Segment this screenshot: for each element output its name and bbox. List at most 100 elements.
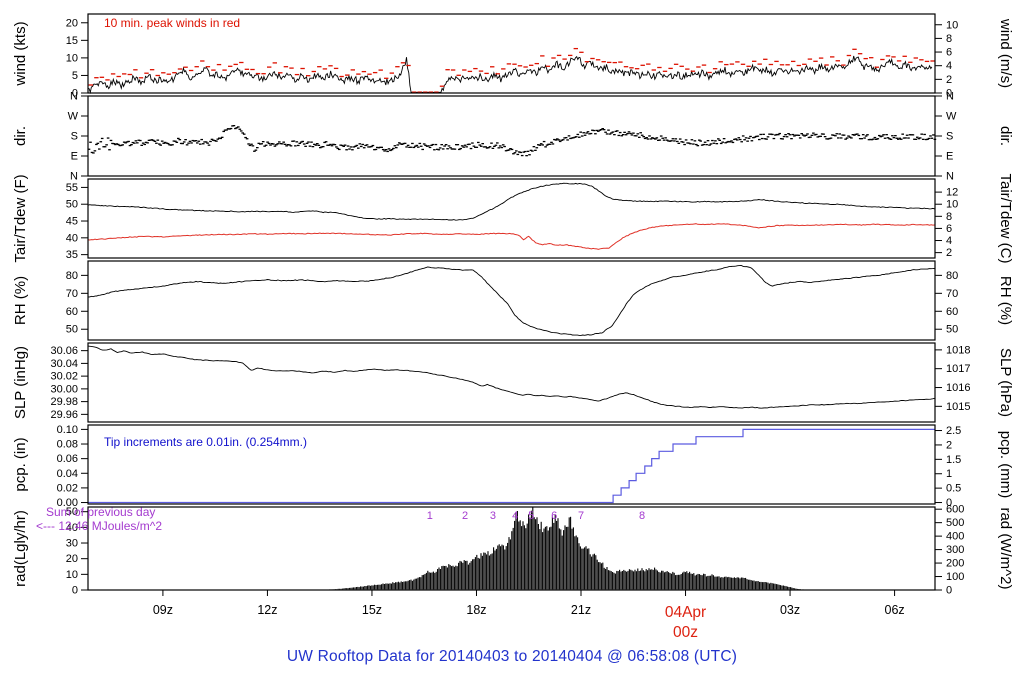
tick-label-left: 0.10 (57, 424, 78, 436)
tick-label-left: 0.08 (57, 439, 78, 451)
x-tick-label: 21z (571, 603, 591, 617)
tick-label-left: 30.06 (50, 345, 78, 357)
tick-label-left: 35 (66, 249, 78, 261)
tick-label-right: 10 (946, 19, 958, 31)
tick-label-left: W (68, 111, 79, 123)
tick-label-right: 70 (946, 288, 958, 300)
tick-label-right: 100 (946, 571, 964, 583)
tick-label-right: 8 (946, 33, 952, 45)
tick-label-left: N (70, 91, 78, 103)
panel-slp: 29.9629.9830.0030.0230.0430.06 1015 1016 10… (12, 342, 1014, 423)
axis-label-left-wind: wind (kts) (12, 21, 29, 86)
axis-label-left-rad: rad(Lgly/hr) (12, 510, 29, 587)
tick-label-left: 29.96 (50, 409, 78, 421)
axis-label-right-rh: RH (%) (997, 276, 1014, 325)
tick-label-left: 20 (66, 553, 78, 565)
x-tick-label-date: 04Apr (665, 604, 706, 621)
tick-label-left: 45 (66, 216, 78, 228)
axis-label-left-dir: dir. (12, 126, 29, 146)
tick-label-left: N (70, 171, 78, 183)
tick-label-right: 2.5 (946, 425, 961, 437)
rad-sum-marker: 6 (551, 510, 557, 522)
panel-frame-temp (87, 178, 936, 259)
rad-sum-marker: 3 (490, 510, 496, 522)
tick-label-left: 15 (66, 35, 78, 47)
tick-label-right: 0.5 (946, 483, 961, 495)
axis-label-left-slp: SLP (inHg) (12, 346, 29, 419)
tick-label-right: 6 (946, 47, 952, 59)
panel-rad: 010203040500100200300400500600rad(Lgly/h… (12, 504, 1014, 597)
tick-label-right: 60 (946, 306, 958, 318)
panel-annotation: Tip increments are 0.01in. (0.254mm.) (104, 435, 307, 449)
panel-frame-dir (87, 95, 936, 177)
tick-label-left: 20 (66, 17, 78, 29)
tick-label-left: 30 (66, 538, 78, 550)
series-tair (87, 182, 935, 221)
axis-label-right-rad: rad (W/m^2) (997, 507, 1014, 589)
tick-label-right: 2 (946, 439, 952, 451)
tick-label-right: 1.5 (946, 454, 961, 466)
tick-label-right: 4 (946, 60, 952, 72)
panel-dir: NESWNNESWNdir. dir. (12, 91, 1014, 183)
rad-sum-marker: 1 (427, 510, 433, 522)
chart-title: UW Rooftop Data for 20140403 to 20140404… (286, 648, 738, 665)
x-tick-label: 12z (257, 603, 277, 617)
tick-label-right: 8 (946, 211, 952, 223)
tick-label-right: 50 (946, 324, 958, 336)
x-tick-label: 03z (780, 603, 800, 617)
panel-annotation: <--- 12.46 MJoules/m^2 (36, 519, 162, 533)
tick-label-left: 10 (66, 52, 78, 64)
x-axis: 09z 12z 15z 18z 21z 04Apr 00z 03z 06z (153, 590, 905, 641)
tick-label-left: 5 (72, 70, 78, 82)
tick-label-left: 0.04 (57, 468, 78, 480)
tick-label-left: 29.98 (50, 396, 78, 408)
tick-label-left: 80 (66, 270, 78, 282)
series-solar_rad (329, 507, 804, 590)
axis-label-left-rh: RH (%) (12, 276, 29, 325)
tick-label-right: 400 (946, 531, 964, 543)
axis-label-right-slp: SLP (hPa) (997, 348, 1014, 417)
panel-rh: 50 60 70 80 50 60 70 80 RH (%) RH (%) (12, 260, 1014, 341)
axis-label-left-pcp: pcp. (in) (12, 437, 29, 491)
x-tick-label: 15z (362, 603, 382, 617)
x-tick-label: 18z (466, 603, 486, 617)
tick-label-right: 1 (946, 468, 952, 480)
tick-label-left: 0 (72, 585, 78, 597)
x-tick-label: 09z (153, 603, 173, 617)
tick-label-right: 4 (946, 235, 952, 247)
series-wind_peaks (88, 47, 935, 93)
tick-label-right: 2 (946, 247, 952, 259)
panel-annotation: 10 min. peak winds in red (104, 16, 240, 30)
tick-label-left: 30.02 (50, 371, 78, 383)
axis-label-right-wind: wind (m/s) (997, 18, 1014, 88)
series-wind_avg (87, 55, 933, 95)
tick-label-right: S (946, 131, 953, 143)
tick-label-right: N (946, 171, 954, 183)
tick-label-right: 200 (946, 558, 964, 570)
axis-label-right-pcp: pcp. (mm) (997, 431, 1014, 499)
tick-label-left: S (71, 131, 78, 143)
tick-label-right: 300 (946, 544, 964, 556)
tick-label-left: 50 (66, 199, 78, 211)
tick-label-right: 600 (946, 504, 964, 516)
tick-label-left: 30.04 (50, 358, 78, 370)
tick-label-left: 55 (66, 182, 78, 194)
tick-label-right: 2 (946, 74, 952, 86)
axis-label-right-dir: dir. (997, 126, 1014, 146)
tick-label-left: 70 (66, 288, 78, 300)
tick-label-right: 1015 (946, 401, 970, 413)
tick-label-right: 0 (946, 585, 952, 597)
panel-pcp: 0.000.020.040.060.080.1000.511.522.5pcp.… (12, 424, 1014, 509)
tick-label-left: 30.00 (50, 383, 78, 395)
rad-sum-marker: 5 (528, 510, 534, 522)
series-wind_dir (87, 125, 937, 157)
tick-label-right: 1018 (946, 344, 970, 356)
tick-label-left: 0.06 (57, 453, 78, 465)
axis-label-left-temp: Tair/Tdew (F) (12, 174, 29, 262)
meteogram-page: 0 5 10 15 20 0 2 4 6 8 10 wind (kts) wind (m/s) 10 mi… (0, 0, 1024, 700)
series-tdew (87, 223, 935, 250)
tick-label-right: 12 (946, 187, 958, 199)
axis-label-right-temp: Tair/Tdew (C) (997, 173, 1014, 263)
tick-label-right: W (946, 111, 957, 123)
meteogram-chart: 051015200246810wind (kts) wind (m/s)10 mi… (12, 13, 1014, 641)
